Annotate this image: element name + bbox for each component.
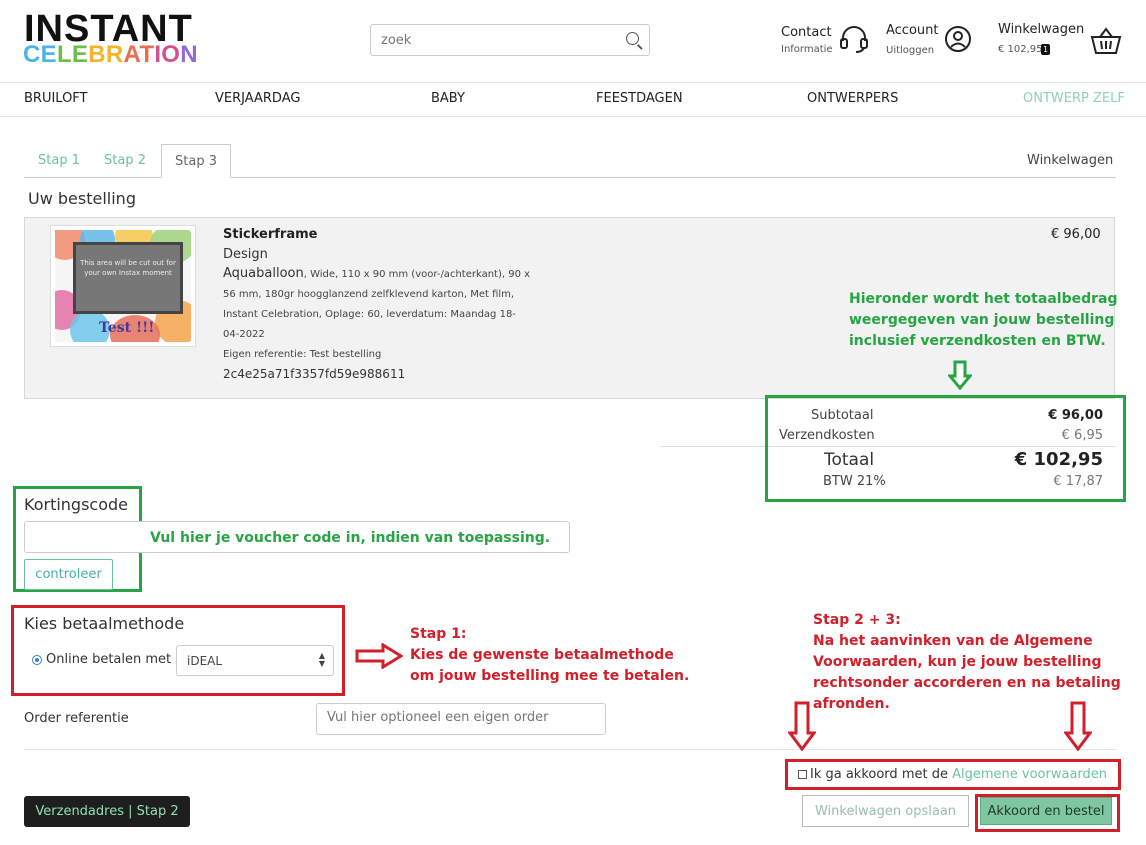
annotation-line: Voorwaarden, kun je jouw bestelling: [813, 654, 1102, 670]
payment-method-select[interactable]: iDEAL ▲ ▼: [176, 645, 334, 676]
search-input[interactable]: [371, 25, 611, 55]
order-title: Uw bestelling: [28, 189, 136, 208]
terms-checkbox[interactable]: [798, 770, 807, 779]
logo-part: LE: [56, 41, 89, 68]
search-icon[interactable]: [626, 32, 639, 45]
terms-link[interactable]: Algemene voorwaarden: [952, 767, 1107, 782]
nav-baby[interactable]: BABY: [431, 91, 465, 106]
nav-ontwerpers[interactable]: ONTWERPERS: [807, 91, 898, 106]
payment-title: Kies betaalmethode: [24, 614, 185, 633]
check-discount-button[interactable]: controleer: [24, 559, 113, 590]
arrow-down-icon: [1064, 701, 1092, 751]
arrow-right-icon: [355, 643, 403, 669]
thumb-test-text: Test !!!: [99, 320, 155, 336]
headset-icon[interactable]: [838, 24, 870, 54]
payment-option-label[interactable]: Online betalen met: [46, 652, 171, 667]
shipping-value: € 6,95: [1061, 428, 1103, 443]
annotation-line: Na het aanvinken van de Algemene: [813, 633, 1093, 649]
order-reference-label: Order referentie: [24, 711, 129, 726]
tab-stap-3[interactable]: Stap 3: [161, 144, 231, 178]
account-subtitle[interactable]: Uitloggen: [886, 45, 934, 56]
cart-amount: € 102,95: [998, 44, 1043, 55]
tab-stap-2[interactable]: Stap 2: [91, 144, 159, 178]
search-box: [370, 24, 650, 56]
product-thumbnail: This area will be cut out for your own I…: [50, 225, 196, 347]
form-divider: [24, 749, 1116, 750]
logo-part: N: [180, 41, 198, 68]
vat-label: BTW 21%: [823, 474, 886, 489]
logo-celebration[interactable]: CELEBRATION: [23, 43, 198, 67]
product-price: € 96,00: [1051, 227, 1101, 242]
annotation-line: Stap 1:: [410, 626, 467, 642]
logo-part: BR: [88, 41, 124, 68]
annotation-line: inclusief verzendkosten en BTW.: [849, 333, 1106, 349]
annotation-total: Hieronder wordt het totaalbedrag weergeg…: [849, 289, 1117, 352]
arrow-down-icon: [948, 360, 972, 390]
product-details-2: 56 mm, 180gr hoogglanzend zelfklevend ka…: [223, 289, 515, 300]
cart-count-badge: 1: [1041, 44, 1050, 55]
discount-title: Kortingscode: [24, 495, 128, 514]
confirm-order-button[interactable]: Akkoord en bestel: [980, 797, 1112, 825]
product-type: Design: [223, 247, 268, 262]
annotation-step-1: Stap 1: Kies de gewenste betaalmethode o…: [410, 624, 689, 687]
annotation-line: Kies de gewenste betaalmethode: [410, 647, 674, 663]
main-nav: [0, 82, 1146, 117]
vat-value: € 17,87: [1053, 474, 1103, 489]
product-name: Stickerframe: [223, 227, 318, 242]
tab-winkelwagen[interactable]: Winkelwagen: [1027, 153, 1113, 168]
contact-subtitle[interactable]: Informatie: [781, 44, 833, 55]
basket-icon[interactable]: [1090, 27, 1122, 55]
product-hash: 2c4e25a71f3357fd59e988611: [223, 367, 406, 381]
annotation-line: Hieronder wordt het totaalbedrag: [849, 291, 1118, 307]
subtotal-value: € 96,00: [1048, 408, 1103, 423]
total-value: € 102,95: [1014, 449, 1103, 470]
contact-title[interactable]: Contact: [781, 25, 832, 40]
product-details: , Wide, 110 x 90 mm (voor-/achterkant), …: [303, 269, 531, 280]
account-title[interactable]: Account: [886, 23, 939, 38]
save-cart-button[interactable]: Winkelwagen opslaan: [802, 795, 969, 827]
order-reference-textarea[interactable]: [316, 703, 606, 735]
user-icon[interactable]: [944, 25, 972, 53]
product-details-4: 04-2022: [223, 329, 265, 340]
back-to-step-2-button[interactable]: Verzendadres | Stap 2: [24, 796, 190, 827]
tab-stap-1[interactable]: Stap 1: [25, 144, 93, 178]
annotation-line: Stap 2 + 3:: [813, 612, 901, 628]
shipping-label: Verzendkosten: [779, 428, 875, 443]
product-design-line: Aquaballoon, Wide, 110 x 90 mm (voor-/ac…: [223, 266, 530, 281]
terms-text: Ik ga akkoord met de Algemene voorwaarde…: [810, 767, 1107, 782]
product-design-name: Aquaballoon: [223, 266, 304, 281]
total-label: Totaal: [824, 450, 875, 470]
arrow-down-icon: [788, 701, 816, 751]
logo-part: CE: [23, 41, 57, 68]
payment-selected-value: iDEAL: [187, 654, 223, 668]
logo-part: IO: [154, 41, 181, 68]
select-arrows-icon: ▲ ▼: [318, 651, 325, 668]
nav-bruiloft[interactable]: BRUILOFT: [24, 91, 88, 106]
product-reference: Eigen referentie: Test bestelling: [223, 349, 382, 360]
annotation-line: rechtsonder accorderen en na betaling: [813, 675, 1121, 691]
logo-part: AT: [123, 41, 155, 68]
annotation-voucher: Vul hier je voucher code in, indien van …: [150, 530, 551, 546]
nav-ontwerp-zelf[interactable]: ONTWERP ZELF: [1023, 91, 1125, 106]
nav-verjaardag[interactable]: VERJAARDAG: [215, 91, 300, 106]
nav-feestdagen[interactable]: FEESTDAGEN: [596, 91, 683, 106]
cart-title[interactable]: Winkelwagen: [998, 22, 1084, 37]
annotation-line: om jouw bestelling mee te betalen.: [410, 668, 690, 684]
annotation-step-2-3: Stap 2 + 3: Na het aanvinken van de Alge…: [813, 610, 1121, 715]
payment-radio[interactable]: [32, 655, 42, 665]
terms-label: Ik ga akkoord met de: [810, 767, 948, 782]
thumb-caption: This area will be cut out for your own I…: [80, 259, 176, 277]
product-details-3: Instant Celebration, Oplage: 60, leverda…: [223, 309, 516, 320]
annotation-line: weergegeven van jouw bestelling: [849, 312, 1115, 328]
subtotal-label: Subtotaal: [811, 408, 874, 423]
